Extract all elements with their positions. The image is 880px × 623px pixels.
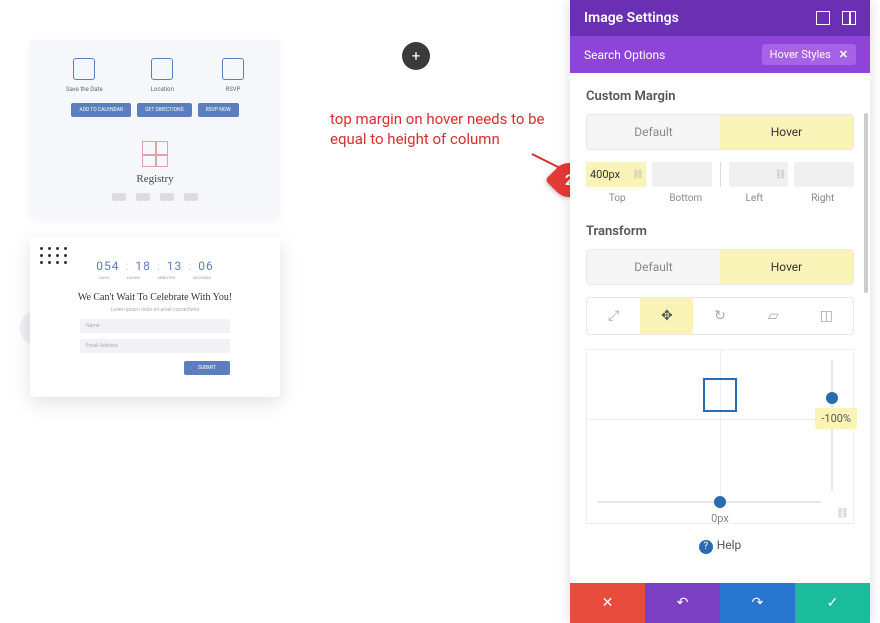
margin-right-input[interactable] [794, 162, 854, 187]
scale-icon[interactable]: ⤢ [587, 298, 640, 334]
link-icon[interactable]: ⛓ [775, 170, 786, 180]
rotate-icon[interactable]: ↻ [693, 298, 746, 334]
margin-state-toggle: Default Hover [586, 114, 854, 150]
preview-pill: ADD TO CALENDAR [71, 103, 131, 117]
page-preview: Save the Date Location RSVP ADD TO CALEN… [30, 40, 280, 397]
form-field: Email Address [80, 339, 230, 353]
preview-pill: GET DIRECTIONS [137, 103, 192, 117]
margin-labels: Top Bottom Left Right [586, 193, 854, 204]
save-button[interactable]: ✓ [795, 583, 870, 623]
preview-card-bottom: 054: 18: 13: 06 DAYSHOURSMINUTESSECONDS … [30, 237, 280, 397]
margin-hover-tab[interactable]: Hover [720, 115, 853, 149]
vertical-slider-handle[interactable] [826, 392, 838, 404]
gift-icon [142, 141, 168, 167]
translate-icon[interactable]: ✥ [640, 298, 693, 334]
submit-button: SUBMIT [184, 361, 230, 375]
margin-bottom-input[interactable] [652, 162, 712, 187]
countdown: 054: 18: 13: 06 [48, 259, 262, 273]
transform-canvas[interactable]: -100% 0px ⛓ [586, 349, 854, 524]
preview-icon-rsvp: RSVP [222, 58, 244, 93]
transform-hover-tab[interactable]: Hover [720, 250, 853, 284]
preview-pill: RSVP NOW [198, 103, 239, 117]
undo-button[interactable]: ↶ [645, 583, 720, 623]
panel-title: Image Settings [584, 10, 679, 26]
origin-icon[interactable]: ◫ [800, 298, 853, 334]
panel-footer: ✕ ↶ ↷ ✓ [570, 583, 870, 623]
help-link[interactable]: ?Help [586, 538, 854, 554]
panel-subheader: Search Options Hover Styles ✕ [570, 36, 870, 73]
transform-type-tabs: ⤢ ✥ ↻ ▱ ◫ [586, 297, 854, 335]
skew-icon[interactable]: ▱ [747, 298, 800, 334]
registry-title: Registry [42, 173, 268, 185]
cancel-button[interactable]: ✕ [570, 583, 645, 623]
transform-default-tab[interactable]: Default [587, 250, 720, 284]
add-module-button[interactable]: + [402, 42, 430, 70]
annotation-text: top margin on hover needs to be equal to… [330, 110, 550, 149]
transform-title: Transform [586, 224, 854, 239]
redo-button[interactable]: ↷ [720, 583, 795, 623]
link-icon[interactable]: ⛓ [836, 508, 849, 519]
vertical-value: -100% [815, 408, 857, 429]
form-field: Name [80, 319, 230, 333]
close-icon[interactable]: ✕ [839, 48, 848, 61]
horizontal-slider-handle[interactable] [714, 496, 726, 508]
settings-panel: Image Settings Search Options Hover Styl… [570, 0, 870, 623]
preview-icon-location: Location [151, 58, 174, 93]
wait-title: We Can't Wait To Celebrate With You! [48, 292, 262, 303]
panel-header: Image Settings [570, 0, 870, 36]
custom-margin-title: Custom Margin [586, 89, 854, 104]
link-icon[interactable]: ⛓ [632, 170, 643, 180]
scrollbar[interactable] [864, 113, 868, 293]
help-icon: ? [699, 540, 713, 554]
horizontal-value: 0px [711, 512, 729, 525]
preview-card-top: Save the Date Location RSVP ADD TO CALEN… [30, 40, 280, 219]
transform-preview-box [703, 378, 737, 412]
hover-styles-tag[interactable]: Hover Styles ✕ [762, 44, 856, 65]
search-options-label[interactable]: Search Options [584, 48, 665, 62]
transform-state-toggle: Default Hover [586, 249, 854, 285]
margin-default-tab[interactable]: Default [587, 115, 720, 149]
preview-icon-date: Save the Date [66, 58, 103, 93]
expand-icon[interactable] [816, 11, 830, 25]
snap-icon[interactable] [842, 11, 856, 25]
